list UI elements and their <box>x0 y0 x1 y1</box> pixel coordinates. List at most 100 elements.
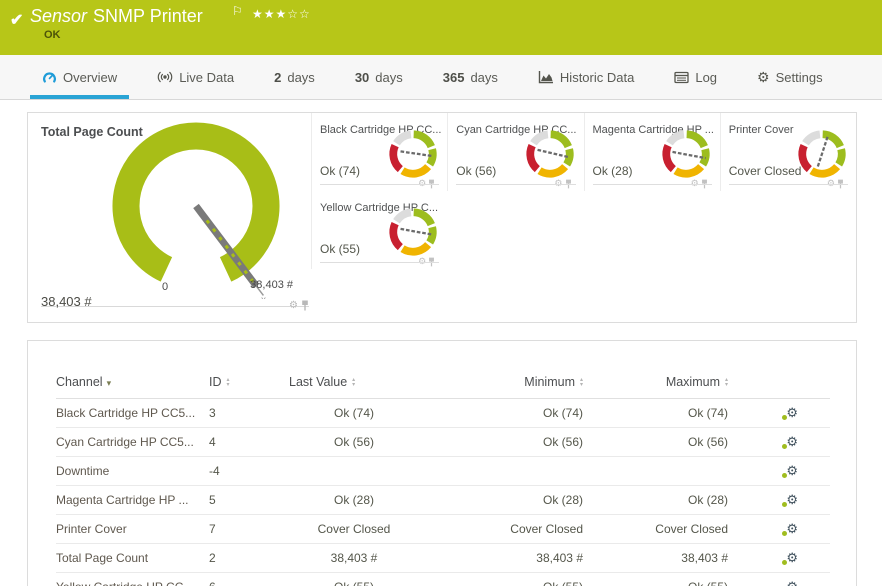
tile-value: Ok (55) <box>320 242 360 256</box>
channel-name-cell: Printer Cover <box>56 515 209 544</box>
minimum-cell: Ok (74) <box>419 399 583 428</box>
priority-stars[interactable]: ★★★☆☆ <box>252 7 311 21</box>
tab-30-days-number: 30 <box>355 70 369 85</box>
tile-gear-icon[interactable]: ⚙ <box>289 300 298 311</box>
magenta-cartridge-gauge[interactable] <box>659 127 713 181</box>
table-row: Magenta Cartridge HP ... 5 Ok (28) Ok (2… <box>56 486 830 515</box>
black-cartridge-gauge[interactable] <box>386 127 440 181</box>
pin-icon[interactable] <box>837 179 844 189</box>
gear-icon: ⚙ <box>757 70 770 84</box>
col-header-minimum[interactable]: Minimum▴▾ <box>419 375 583 399</box>
tile-gear-icon[interactable]: ⚙ <box>827 178 835 189</box>
tab-30-days[interactable]: 30 days <box>355 55 403 99</box>
sensor-header: ✔ SensorSNMP Printer ⚐ ★★★☆☆ OK <box>0 0 882 55</box>
prtg-sensor-page: ✔ SensorSNMP Printer ⚐ ★★★☆☆ OK Overview… <box>0 0 882 586</box>
minimum-cell: Cover Closed <box>419 515 583 544</box>
sensor-label: Sensor <box>30 6 87 26</box>
tab-settings-label: Settings <box>776 70 823 85</box>
maximum-cell <box>583 457 728 486</box>
area-chart-icon <box>538 70 554 84</box>
tab-365-days[interactable]: 365 days <box>443 55 498 99</box>
last-value-cell: Ok (28) <box>289 486 419 515</box>
gauge-max-label: 38,403 # <box>250 279 293 291</box>
maximum-cell: Ok (56) <box>583 428 728 457</box>
pin-icon[interactable] <box>701 179 708 189</box>
col-header-id[interactable]: ID▴▾ <box>209 375 289 399</box>
minimum-cell: Ok (55) <box>419 573 583 586</box>
minimum-cell: Ok (56) <box>419 428 583 457</box>
channel-name-cell: Yellow Cartridge HP CC... <box>56 573 209 586</box>
total-page-count-gauge[interactable]: x <box>58 121 308 299</box>
pin-icon[interactable] <box>565 179 572 189</box>
col-header-actions <box>728 375 830 399</box>
col-header-maximum[interactable]: Maximum▴▾ <box>583 375 728 399</box>
channel-id-cell: 7 <box>209 515 289 544</box>
pin-icon[interactable] <box>428 257 435 267</box>
gauge-icon <box>42 70 57 85</box>
tile-gear-icon[interactable]: ⚙ <box>691 178 699 189</box>
table-row: Cyan Cartridge HP CC5... 4 Ok (56) Ok (5… <box>56 428 830 457</box>
channel-settings-gear-icon[interactable]: ⚙ <box>786 493 798 506</box>
tab-log[interactable]: Log <box>674 55 717 99</box>
last-value-cell: 38,403 # <box>289 544 419 573</box>
minimum-cell: 38,403 # <box>419 544 583 573</box>
tile-gear-icon[interactable]: ⚙ <box>418 256 426 267</box>
channel-id-cell: 4 <box>209 428 289 457</box>
table-row: Printer Cover 7 Cover Closed Cover Close… <box>56 515 830 544</box>
sort-icon: ▴▾ <box>227 378 230 388</box>
channel-id-cell: 2 <box>209 544 289 573</box>
needle-tip-marker: x <box>261 295 266 299</box>
table-row: Black Cartridge HP CC5... 3 Ok (74) Ok (… <box>56 399 830 428</box>
table-header-row: Channel▾ ID▴▾ Last Value▴▾ Minimum▴▾ Max… <box>56 375 830 399</box>
tab-historic-data[interactable]: Historic Data <box>538 55 634 99</box>
broadcast-icon <box>157 70 173 84</box>
tile-value: Cover Closed <box>729 164 802 178</box>
channel-id-cell: 5 <box>209 486 289 515</box>
channel-id-cell: -4 <box>209 457 289 486</box>
channel-id-cell: 6 <box>209 573 289 586</box>
tile-title: Printer Cover <box>729 124 794 136</box>
pin-icon[interactable] <box>428 179 435 189</box>
tab-live-data[interactable]: Live Data <box>157 55 234 99</box>
last-value-cell: Cover Closed <box>289 515 419 544</box>
channel-settings-gear-icon[interactable]: ⚙ <box>786 551 798 564</box>
tile-gear-icon[interactable]: ⚙ <box>418 178 426 189</box>
table-row: Total Page Count 2 38,403 # 38,403 # 38,… <box>56 544 830 573</box>
tile-printer-cover: Printer Cover Cover Closed ⚙ <box>720 113 856 191</box>
table-row: Yellow Cartridge HP CC... 6 Ok (55) Ok (… <box>56 573 830 586</box>
tile-black-cartridge: Black Cartridge HP CC... Ok (74) ⚙ <box>311 113 447 191</box>
last-value-cell: Ok (74) <box>289 399 419 428</box>
minimum-cell: Ok (28) <box>419 486 583 515</box>
table-row: Downtime -4 ⚙ <box>56 457 830 486</box>
yellow-cartridge-gauge[interactable] <box>386 205 440 259</box>
channel-settings-gear-icon[interactable]: ⚙ <box>786 522 798 535</box>
gauge-min-label: 0 <box>162 281 168 293</box>
minimum-cell <box>419 457 583 486</box>
channel-id-cell: 3 <box>209 399 289 428</box>
sort-desc-icon: ▾ <box>107 378 112 388</box>
tab-settings[interactable]: ⚙ Settings <box>757 55 823 99</box>
channel-settings-gear-icon[interactable]: ⚙ <box>786 435 798 448</box>
tab-overview[interactable]: Overview <box>42 55 117 99</box>
channel-settings-gear-icon[interactable]: ⚙ <box>786 580 798 586</box>
col-header-last-value[interactable]: Last Value▴▾ <box>289 375 419 399</box>
tab-2-days[interactable]: 2 days <box>274 55 315 99</box>
tab-overview-label: Overview <box>63 70 117 85</box>
tile-value: Ok (74) <box>320 164 360 178</box>
tab-historic-data-label: Historic Data <box>560 70 634 85</box>
channels-table: Channel▾ ID▴▾ Last Value▴▾ Minimum▴▾ Max… <box>56 375 830 586</box>
col-header-channel[interactable]: Channel▾ <box>56 375 209 399</box>
page-title: Sensor SNMP Printer <box>30 6 203 27</box>
pin-icon[interactable] <box>301 300 309 311</box>
cyan-cartridge-gauge[interactable] <box>523 127 577 181</box>
maximum-cell: Ok (74) <box>583 399 728 428</box>
printer-cover-gauge[interactable] <box>795 127 849 181</box>
tile-gear-icon[interactable]: ⚙ <box>554 178 562 189</box>
channel-settings-gear-icon[interactable]: ⚙ <box>786 406 798 419</box>
flag-icon: ⚐ <box>232 4 243 18</box>
tab-bar: Overview Live Data 2 days 30 days 365 da… <box>0 55 882 100</box>
channel-settings-gear-icon[interactable]: ⚙ <box>786 464 798 477</box>
sensor-name: SNMP Printer <box>93 6 203 26</box>
gauges-panel: Total Page Count x 0 38,403 # 38,403 # ⚙ <box>27 112 857 323</box>
log-list-icon <box>674 71 689 84</box>
